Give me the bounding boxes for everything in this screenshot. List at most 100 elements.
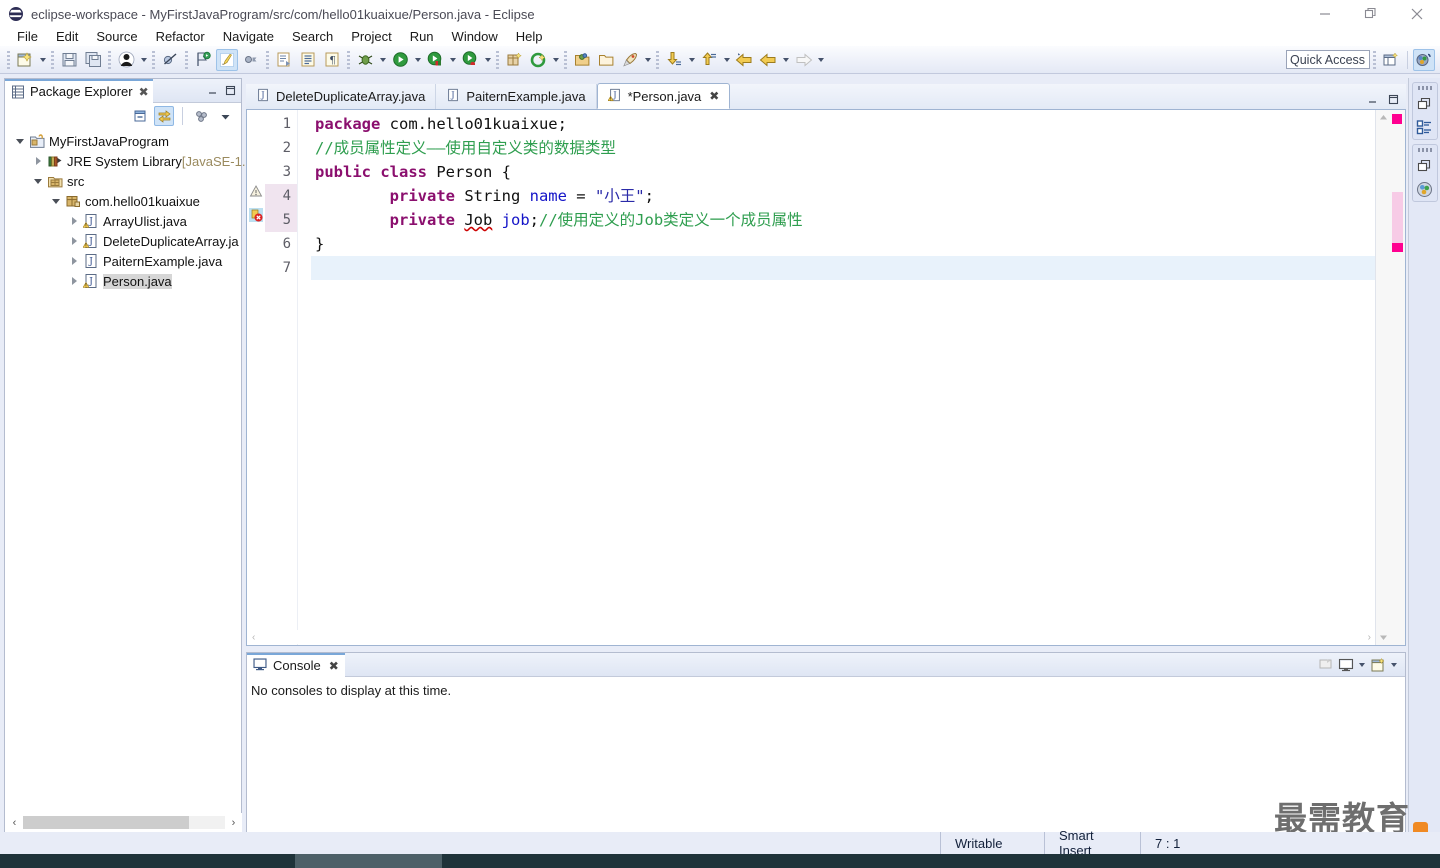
menu-search[interactable]: Search <box>283 28 342 46</box>
edit-highlight-icon[interactable] <box>216 48 238 71</box>
taskbar-active-item[interactable] <box>295 854 442 868</box>
tree-row-project[interactable]: MyFirstJavaProgram <box>5 131 241 151</box>
toolbar-grip-9[interactable] <box>564 50 567 69</box>
minimize-button[interactable] <box>1302 0 1348 28</box>
tree-row-arrayulist[interactable]: J ! ArrayUlist.java <box>5 211 241 231</box>
menu-refactor[interactable]: Refactor <box>147 28 214 46</box>
external-dropdown[interactable] <box>482 49 493 71</box>
collapse-all-icon[interactable] <box>130 106 150 126</box>
skip-breakpoints-icon[interactable] <box>159 49 181 71</box>
debug-dropdown[interactable] <box>377 49 388 71</box>
tree-row-package[interactable]: com.hello01kuaixue <box>5 191 241 211</box>
display-console-dropdown[interactable] <box>1357 656 1367 674</box>
maximize-icon[interactable] <box>1387 93 1400 109</box>
toolbar-grip-2[interactable] <box>51 50 54 69</box>
save-all-icon[interactable] <box>82 49 104 71</box>
java-perspective-icon[interactable] <box>1413 48 1435 71</box>
clear-console-icon[interactable] <box>1317 656 1335 674</box>
restore-icon[interactable] <box>1416 95 1434 113</box>
hscroll-thumb[interactable] <box>23 816 189 829</box>
display-selected-console-icon[interactable] <box>1337 656 1355 674</box>
close-icon[interactable]: ✖ <box>139 85 149 99</box>
scroll-right-icon[interactable]: › <box>225 814 242 831</box>
chevron-right-icon[interactable] <box>67 234 81 248</box>
menu-edit[interactable]: Edit <box>47 28 87 46</box>
tree-row-person[interactable]: J ! Person.java <box>5 271 241 291</box>
restore-button[interactable] <box>1348 0 1394 28</box>
error-marker-icon[interactable] <box>249 208 263 225</box>
overview-ruler[interactable] <box>1390 110 1405 645</box>
next-edit-dropdown[interactable] <box>686 49 697 71</box>
new-class-dropdown[interactable] <box>550 49 561 71</box>
back-dropdown[interactable] <box>780 49 791 71</box>
link-with-editor-icon[interactable] <box>154 106 174 126</box>
tree-row-paiternexample[interactable]: J PaiternExample.java <box>5 251 241 271</box>
back-history-icon[interactable] <box>757 49 779 71</box>
toolbar-grip-8[interactable] <box>496 50 499 69</box>
tree-row-jre-library[interactable]: JRE System Library [JavaSE-1. <box>5 151 245 171</box>
close-button[interactable] <box>1394 0 1440 28</box>
chevron-right-icon[interactable] <box>67 214 81 228</box>
previous-edit-dropdown[interactable] <box>721 49 732 71</box>
drag-handle-dots[interactable] <box>1417 86 1432 90</box>
chevron-down-icon[interactable] <box>31 174 45 188</box>
view-dropdown-icon[interactable] <box>215 106 235 126</box>
toolbar-grip-10[interactable] <box>656 50 659 69</box>
warning-marker-icon[interactable] <box>249 184 263 201</box>
marker-gutter[interactable] <box>247 110 265 645</box>
forward-icon[interactable] <box>792 49 814 71</box>
tab-console[interactable]: Console ✖ <box>247 652 345 677</box>
previous-edit-icon[interactable] <box>698 49 720 71</box>
hscroll-track[interactable] <box>23 816 225 829</box>
save-icon[interactable] <box>58 49 80 71</box>
tab-person[interactable]: J ! *Person.java ✖ <box>596 83 731 109</box>
perspective-grip[interactable] <box>1373 50 1376 69</box>
chevron-right-icon[interactable] <box>31 154 45 168</box>
run-dropdown[interactable] <box>412 49 423 71</box>
overview-error-mark[interactable] <box>1392 114 1402 124</box>
menu-source[interactable]: Source <box>87 28 146 46</box>
scroll-left-icon[interactable]: ‹ <box>6 814 23 831</box>
tree-row-src[interactable]: src <box>5 171 241 191</box>
open-console-dropdown[interactable] <box>1389 656 1399 674</box>
new-java-package-icon[interactable] <box>503 49 525 71</box>
folding-ruler[interactable] <box>297 110 311 645</box>
menu-run[interactable]: Run <box>401 28 443 46</box>
run-icon[interactable] <box>389 49 411 71</box>
tree-row-deleteduplicatearray[interactable]: J ! DeleteDuplicateArray.ja <box>5 231 241 251</box>
back-icon[interactable] <box>733 49 755 71</box>
open-task-icon[interactable] <box>297 49 319 71</box>
pilcrow-icon[interactable]: ¶ <box>321 49 343 71</box>
editor-hscrollbar[interactable]: ‹ › <box>248 630 1375 644</box>
open-folder-icon[interactable] <box>595 49 617 71</box>
code-editor[interactable]: package com.hello01kuaixue; //成员属性定义——使用… <box>311 110 1375 645</box>
outline-view-icon[interactable] <box>1416 118 1434 136</box>
search-dropdown[interactable] <box>642 49 653 71</box>
restore-icon[interactable] <box>1416 157 1434 175</box>
scroll-down-icon[interactable] <box>1376 630 1391 645</box>
editor-vscrollbar[interactable] <box>1375 110 1390 645</box>
tab-paiternexample[interactable]: J PaiternExample.java <box>436 84 597 109</box>
toolbar-grip-4[interactable] <box>152 50 155 69</box>
maximize-icon[interactable] <box>224 84 237 97</box>
menu-navigate[interactable]: Navigate <box>214 28 283 46</box>
overview-change-marker[interactable] <box>1392 243 1403 252</box>
menu-file[interactable]: File <box>8 28 47 46</box>
tab-package-explorer[interactable]: Package Explorer ✖ <box>5 78 153 103</box>
menu-project[interactable]: Project <box>342 28 400 46</box>
chevron-down-icon[interactable] <box>13 134 27 148</box>
next-edit-icon[interactable] <box>663 49 685 71</box>
quick-access-input[interactable]: Quick Access <box>1286 50 1370 69</box>
drag-handle-dots[interactable] <box>1417 148 1432 152</box>
open-type-icon[interactable] <box>273 49 295 71</box>
new-wizard-dropdown[interactable] <box>37 49 48 71</box>
minimize-icon[interactable] <box>1366 93 1379 109</box>
chevron-right-icon[interactable] <box>67 274 81 288</box>
toolbar-grip[interactable] <box>7 50 10 69</box>
run-coverage-icon[interactable] <box>424 49 446 71</box>
coverage-dropdown[interactable] <box>447 49 458 71</box>
scroll-up-icon[interactable] <box>1376 110 1390 125</box>
scroll-left-icon[interactable]: ‹ <box>252 632 255 643</box>
toggle-breakpoint-icon[interactable] <box>192 49 214 71</box>
search-icon[interactable] <box>619 49 641 71</box>
